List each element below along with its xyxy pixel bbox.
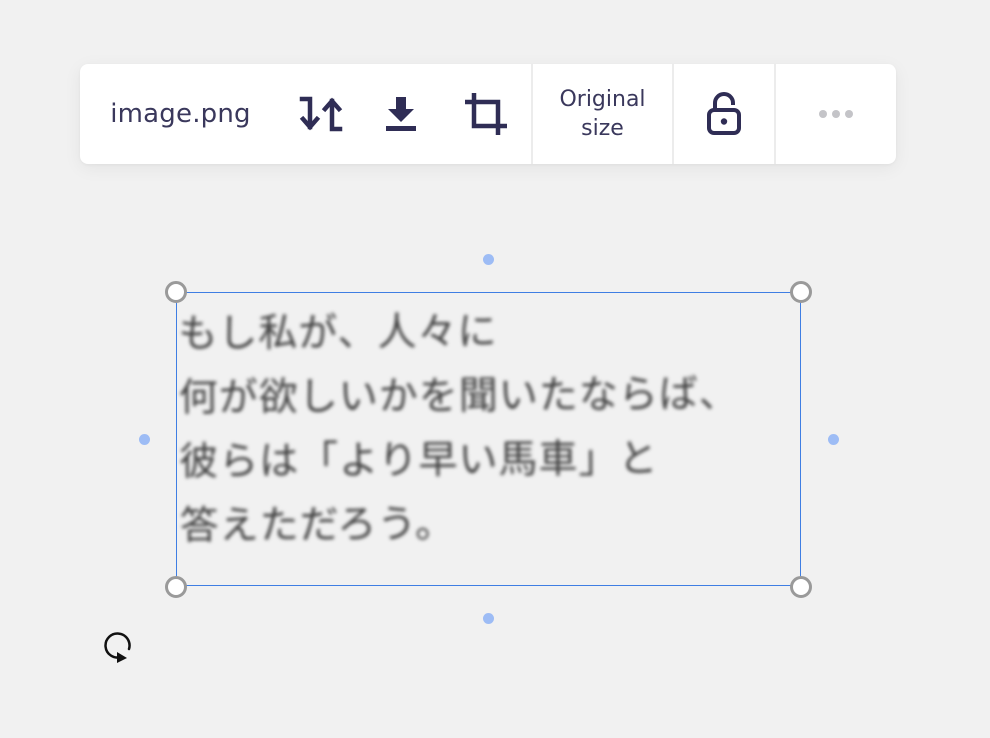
download-icon <box>386 97 416 131</box>
image-toolbar: image.png Original size <box>80 64 896 164</box>
rotate-handle[interactable] <box>101 629 137 669</box>
resize-handle-bottom-right[interactable] <box>790 576 812 598</box>
resize-handle-top-left[interactable] <box>165 281 187 303</box>
flip-vertical-icon <box>299 96 343 132</box>
resize-handle-bottom[interactable] <box>483 613 494 624</box>
crop-icon <box>465 93 507 135</box>
selected-image[interactable]: もし私が、人々に 何が欲しいかを聞いたならば、 彼らは「より早い馬車」と 答えた… <box>176 292 801 586</box>
crop-button[interactable] <box>441 64 531 164</box>
resize-handle-left[interactable] <box>139 434 150 445</box>
text-line: 彼らは「より早い馬車」と <box>179 436 659 485</box>
resize-handle-top[interactable] <box>483 254 494 265</box>
original-size-label-line2: size <box>581 116 624 141</box>
unlock-icon <box>707 92 741 135</box>
resize-handle-top-right[interactable] <box>790 281 812 303</box>
text-line: 答えただろう。 <box>179 502 456 549</box>
text-line: 何が欲しいかを聞いたならば、 <box>178 372 739 421</box>
original-size-button[interactable]: Original size <box>533 64 672 164</box>
download-button[interactable] <box>361 64 441 164</box>
lock-button[interactable] <box>674 64 774 164</box>
rotate-handle-icon <box>104 632 131 663</box>
resize-handle-right[interactable] <box>828 434 839 445</box>
text-line: もし私が、人々に <box>178 309 498 357</box>
more-options-button[interactable] <box>776 64 896 164</box>
more-horizontal-icon <box>819 110 853 118</box>
resize-handle-bottom-left[interactable] <box>165 576 187 598</box>
flip-button[interactable] <box>281 64 361 164</box>
filename-label: image.png <box>110 99 251 129</box>
original-size-label-line1: Original <box>559 87 646 112</box>
handwritten-text: もし私が、人々に 何が欲しいかを聞いたならば、 彼らは「より早い馬車」と 答えた… <box>178 299 740 559</box>
